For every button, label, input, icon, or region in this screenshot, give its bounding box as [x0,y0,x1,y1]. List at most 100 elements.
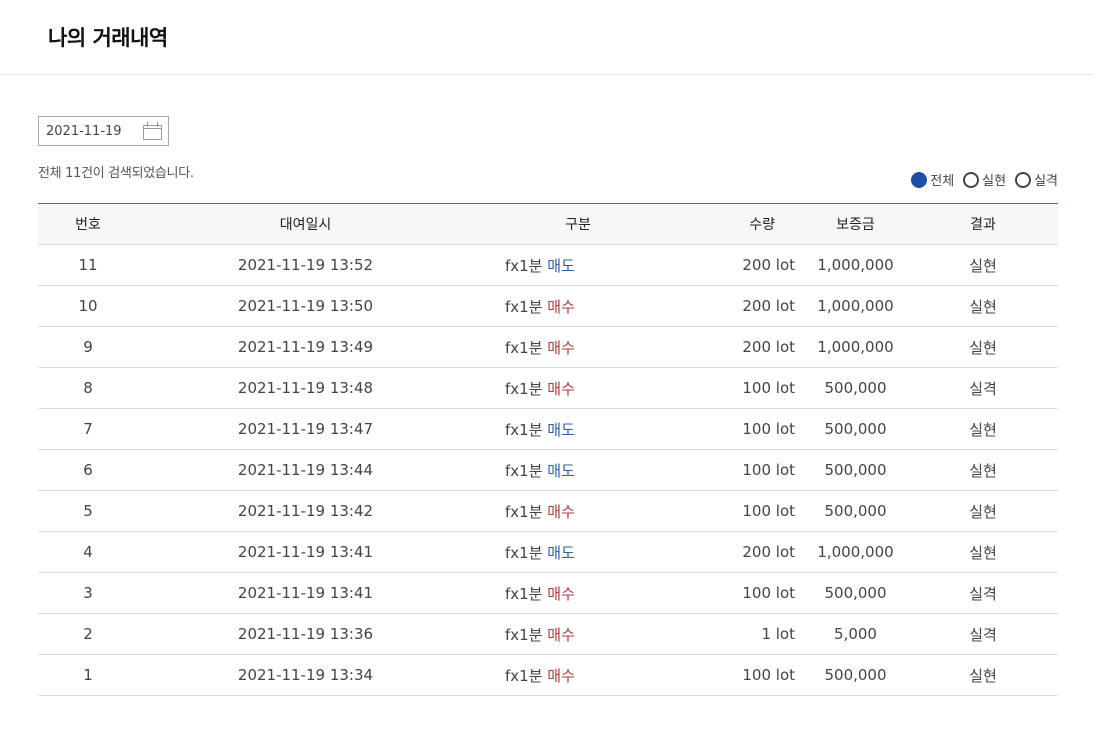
cell-deposit: 500,000 [803,654,908,696]
cell-datetime: 2021-11-19 13:48 [138,367,473,409]
table-row: 11 2021-11-19 13:52 fx1분 매도 200 lot 1,000,00… [38,244,1058,286]
cell-datetime: 2021-11-19 13:42 [138,490,473,532]
cell-datetime: 2021-11-19 13:50 [138,285,473,327]
cell-type: fx1분 매도 [473,531,683,573]
cell-qty: 100 lot [683,367,803,409]
cell-type: fx1분 매수 [473,654,683,696]
cell-type: fx1분 매수 [473,613,683,655]
header-deposit: 보증금 [803,203,908,245]
cell-result: 실현 [908,449,1058,491]
radio-unchecked-icon[interactable] [1015,171,1032,188]
cell-product: fx1분 [505,584,543,603]
cell-type: fx1분 매수 [473,326,683,368]
cell-result: 실현 [908,285,1058,327]
cell-type: fx1분 매도 [473,244,683,286]
cell-product: fx1분 [505,543,543,562]
cell-qty: 200 lot [683,244,803,286]
table-row: 2 2021-11-19 13:36 fx1분 매수 1 lot 5,000 실격 [38,613,1058,655]
table-row: 7 2021-11-19 13:47 fx1분 매도 100 lot 500,000 실현 [38,408,1058,450]
cell-product: fx1분 [505,420,543,439]
cell-result: 실현 [908,326,1058,368]
cell-no: 8 [38,367,138,409]
cell-product: fx1분 [505,338,543,357]
cell-type: fx1분 매수 [473,572,683,614]
cell-qty: 100 lot [683,654,803,696]
table-row: 9 2021-11-19 13:49 fx1분 매수 200 lot 1,000,000… [38,326,1058,368]
cell-side: 매수 [547,666,575,685]
header-type: 구분 [473,203,683,245]
cell-deposit: 500,000 [803,367,908,409]
table-body: 11 2021-11-19 13:52 fx1분 매도 200 lot 1,000,00… [38,244,1058,696]
cell-side: 매도 [547,461,575,480]
table-row: 1 2021-11-19 13:34 fx1분 매수 100 lot 500,000 실현 [38,654,1058,696]
cell-datetime: 2021-11-19 13:49 [138,326,473,368]
cell-result: 실격 [908,572,1058,614]
cell-side: 매수 [547,584,575,603]
cell-side: 매수 [547,502,575,521]
cell-type: fx1분 매수 [473,285,683,327]
filter-all-option[interactable]: 전체 [911,170,954,189]
cell-datetime: 2021-11-19 13:34 [138,654,473,696]
cell-qty: 1 lot [683,613,803,655]
cell-datetime: 2021-11-19 13:41 [138,572,473,614]
cell-no: 3 [38,572,138,614]
cell-side: 매도 [547,420,575,439]
radio-unchecked-icon[interactable] [963,171,980,188]
cell-product: fx1분 [505,461,543,480]
cell-no: 11 [38,244,138,286]
cell-deposit: 1,000,000 [803,285,908,327]
cell-no: 4 [38,531,138,573]
cell-deposit: 500,000 [803,408,908,450]
date-picker[interactable]: 2021-11-19 [38,116,169,146]
cell-result: 실현 [908,490,1058,532]
cell-side: 매수 [547,338,575,357]
cell-deposit: 1,000,000 [803,244,908,286]
result-filter: 전체 실현 실격 [902,170,1058,189]
calendar-icon[interactable] [142,121,164,141]
filter-disqualified-label: 실격 [1034,174,1058,189]
cell-product: fx1분 [505,666,543,685]
table-row: 5 2021-11-19 13:42 fx1분 매수 100 lot 500,000 실현 [38,490,1058,532]
cell-deposit: 500,000 [803,572,908,614]
date-value[interactable]: 2021-11-19 [39,124,142,139]
cell-datetime: 2021-11-19 13:44 [138,449,473,491]
table-row: 6 2021-11-19 13:44 fx1분 매도 100 lot 500,000 실현 [38,449,1058,491]
cell-type: fx1분 매도 [473,449,683,491]
header-datetime: 대여일시 [138,203,473,245]
filter-realized-label: 실현 [982,174,1007,189]
cell-type: fx1분 매도 [473,408,683,450]
cell-result: 실격 [908,613,1058,655]
cell-result: 실현 [908,654,1058,696]
page-header: 나의 거래내역 [0,0,1093,75]
cell-no: 7 [38,408,138,450]
cell-product: fx1분 [505,625,543,644]
cell-qty: 200 lot [683,531,803,573]
cell-qty: 100 lot [683,490,803,532]
table-row: 10 2021-11-19 13:50 fx1분 매수 200 lot 1,000,00… [38,285,1058,327]
header-qty: 수량 [683,203,803,245]
cell-deposit: 500,000 [803,449,908,491]
header-result: 결과 [908,203,1058,245]
cell-datetime: 2021-11-19 13:41 [138,531,473,573]
cell-deposit: 5,000 [803,613,908,655]
cell-product: fx1분 [505,297,543,316]
cell-qty: 100 lot [683,408,803,450]
cell-type: fx1분 매수 [473,490,683,532]
cell-result: 실현 [908,408,1058,450]
table-header-row: 번호 대여일시 구분 수량 보증금 결과 [38,203,1058,245]
filter-disqualified-option[interactable]: 실격 [1015,170,1058,189]
cell-result: 실현 [908,244,1058,286]
cell-product: fx1분 [505,502,543,521]
cell-no: 1 [38,654,138,696]
cell-deposit: 1,000,000 [803,531,908,573]
radio-checked-icon[interactable] [911,171,928,188]
cell-deposit: 1,000,000 [803,326,908,368]
cell-side: 매도 [547,256,575,275]
cell-no: 9 [38,326,138,368]
cell-qty: 100 lot [683,572,803,614]
cell-result: 실격 [908,367,1058,409]
filter-realized-option[interactable]: 실현 [963,170,1006,189]
result-count: 전체 11건이 검색되었습니다. [38,166,194,181]
cell-product: fx1분 [505,256,543,275]
cell-no: 10 [38,285,138,327]
